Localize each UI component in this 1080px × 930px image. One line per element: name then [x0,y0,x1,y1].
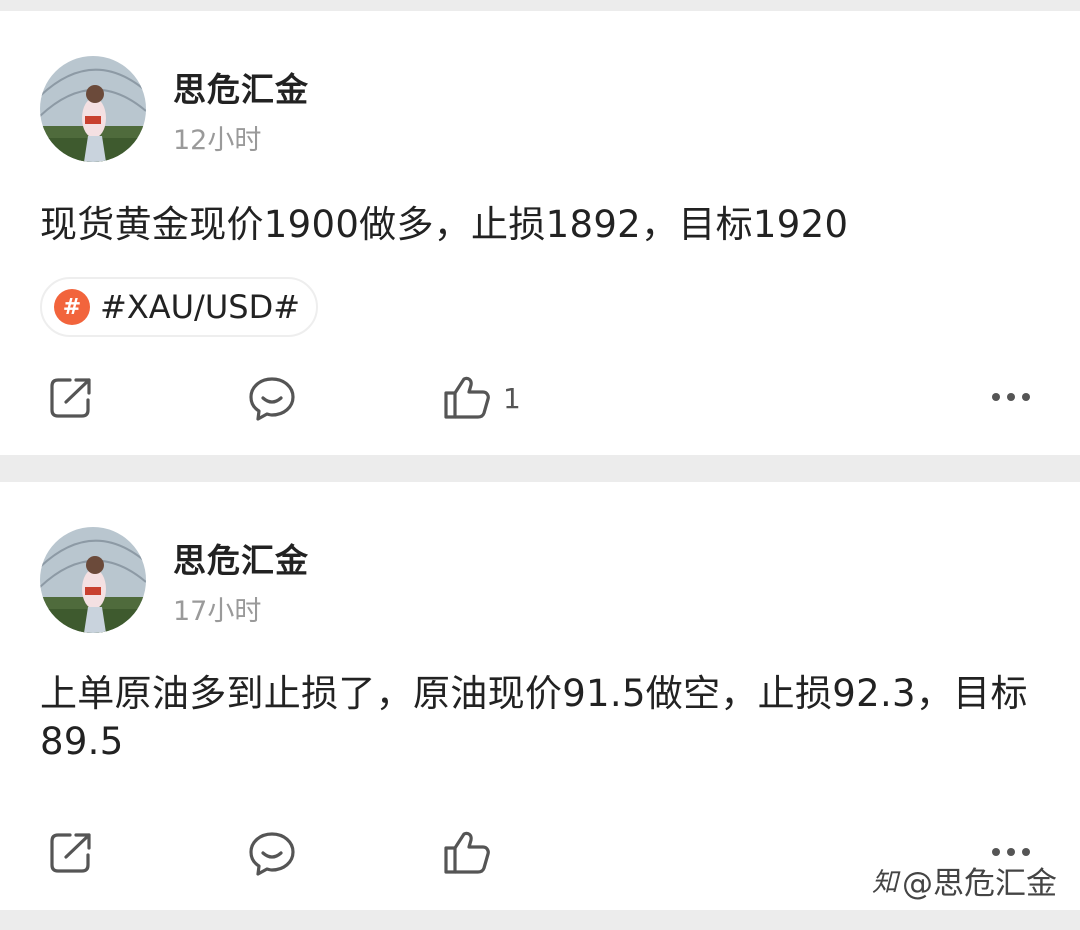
comment-button[interactable] [248,375,296,421]
avatar[interactable] [40,56,146,162]
more-options-button[interactable] [992,393,1030,401]
more-dot [992,848,1000,856]
more-dot [1022,393,1030,401]
post-content[interactable]: 上单原油多到止损了，原油现价91.5做空，止损92.3，目标89.5 [40,670,1044,766]
share-button[interactable] [48,376,94,420]
author-name[interactable]: 思危汇金 [173,534,309,582]
zhihu-logo-icon: 知 [872,868,899,898]
more-dot [992,393,1000,401]
thumbs-up-icon [444,376,490,419]
hashtag-icon: # [54,289,90,325]
comment-icon [249,832,295,876]
like-button[interactable]: 1 [443,375,521,421]
feed-post: 思危汇金 17小时 上单原油多到止损了，原油现价91.5做空，止损92.3，目标… [0,482,1080,910]
feed-post: 思危汇金 12小时 现货黄金现价1900做多，止损1892，目标1920 # #… [0,11,1080,455]
thumbs-up-icon [444,831,490,874]
post-time: 12小时 [173,125,262,156]
more-dot [1022,848,1030,856]
share-button[interactable] [48,831,94,875]
topic-tag[interactable]: # #XAU/USD# [40,277,319,337]
post-content[interactable]: 现货黄金现价1900做多，止损1892，目标1920 [40,201,1044,249]
like-count: 1 [503,381,521,415]
share-icon [50,378,91,418]
watermark: 知 @思危汇金 [872,858,1057,903]
share-icon [50,833,91,873]
more-options-button[interactable] [992,848,1030,856]
more-dot [1007,393,1015,401]
more-dot [1007,848,1015,856]
like-button[interactable] [443,830,491,876]
topic-tag-label: #XAU/USD# [100,288,301,326]
comment-button[interactable] [248,830,296,876]
avatar[interactable] [40,527,146,633]
author-name[interactable]: 思危汇金 [173,63,309,111]
comment-icon [249,377,295,421]
post-time: 17小时 [173,596,262,627]
watermark-text: @思危汇金 [902,866,1058,902]
